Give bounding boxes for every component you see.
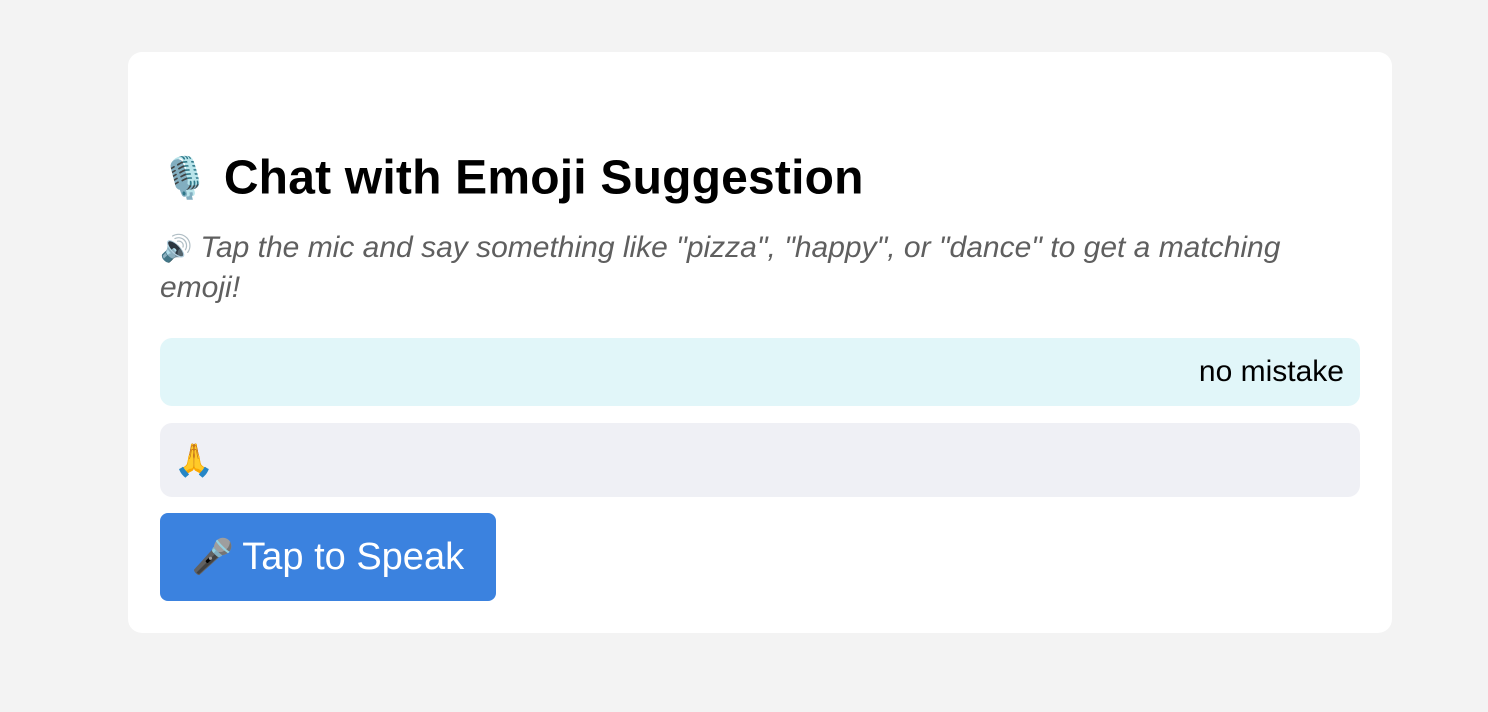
emoji-suggestion-message: 🙏: [160, 423, 1360, 497]
instructions-text: Tap the mic and say something like "pizz…: [160, 231, 1281, 304]
microphone-icon: 🎤: [191, 538, 235, 576]
instructions: 🔊 Tap the mic and say something like "piz…: [160, 228, 1360, 308]
tap-to-speak-label: Tap to Speak: [242, 535, 465, 578]
tap-to-speak-button[interactable]: 🎤 Tap to Speak: [160, 513, 496, 601]
user-message: no mistake: [160, 338, 1360, 406]
folded-hands-icon: 🙏: [174, 442, 214, 478]
user-message-text: no mistake: [1198, 355, 1344, 388]
page-title: Chat with Emoji Suggestion: [223, 151, 864, 205]
header: 🎙️ Chat with Emoji Suggestion: [160, 151, 864, 206]
studio-microphone-icon: 🎙️: [160, 156, 210, 200]
chat-card: 🎙️ Chat with Emoji Suggestion 🔊 Tap the m…: [128, 52, 1392, 633]
speaker-icon: 🔊: [160, 233, 193, 263]
